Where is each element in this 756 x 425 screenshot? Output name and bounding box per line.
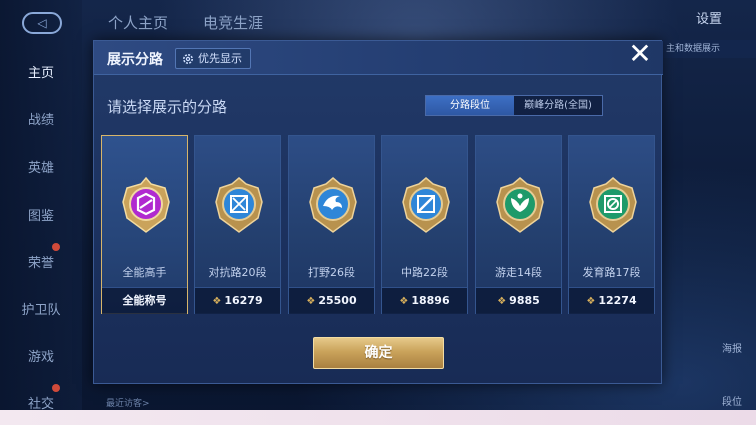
lane-card-roam[interactable]: 游走14段 ❖ 9885	[475, 135, 562, 314]
lane-footer-value: 全能称号	[122, 294, 167, 307]
lane-card-all-round[interactable]: 全能高手 全能称号	[101, 135, 188, 314]
sidebar-item-honor[interactable]: 荣誉	[0, 252, 82, 271]
lane-footer: ❖ 16279	[195, 287, 280, 314]
recent-visitors-link[interactable]: 最近访客>	[106, 396, 150, 409]
power-icon: ❖	[212, 296, 222, 307]
lane-power-value: 16279	[224, 294, 263, 307]
tab-lane-rank[interactable]: 分路段位	[426, 96, 514, 115]
priority-display-button[interactable]: 优先显示	[175, 48, 251, 69]
mid-lane-emblem-icon	[402, 177, 450, 233]
lane-power-value: 18896	[411, 294, 450, 307]
dialog-header: 展示分路 优先显示	[94, 41, 663, 75]
rank-button[interactable]: 段位	[712, 393, 752, 408]
lane-label: 全能高手	[122, 266, 167, 279]
lane-footer: ❖ 25500	[289, 287, 374, 314]
lane-label: 对抗路20段	[208, 266, 267, 279]
lane-footer: 全能称号	[102, 287, 187, 314]
lane-power-value: 9885	[509, 294, 540, 307]
tab-peak-lane[interactable]: 巅峰分路(全国)	[514, 96, 602, 115]
all-round-emblem-icon	[122, 176, 170, 233]
sidebar-item-home[interactable]: 主页	[0, 62, 82, 81]
select-lane-prompt: 请选择展示的分路	[107, 98, 228, 116]
top-right-area: 设置	[596, 0, 756, 36]
tab-profile[interactable]: 个人主页	[108, 12, 168, 33]
sidebar-item-game[interactable]: 游戏	[0, 346, 82, 365]
lane-footer: ❖ 9885	[476, 287, 561, 314]
lane-power-value: 12274	[598, 294, 637, 307]
notification-dot	[52, 243, 60, 251]
dialog-title: 展示分路	[107, 52, 163, 68]
power-icon: ❖	[497, 296, 507, 307]
lane-footer: ❖ 12274	[569, 287, 654, 314]
lane-label: 发育路17段	[582, 266, 641, 279]
sidebar-item-hero[interactable]: 英雄	[0, 157, 82, 176]
lane-card-mid[interactable]: 中路22段 ❖ 18896	[381, 135, 468, 314]
lane-label: 游走14段	[495, 266, 542, 279]
lane-cards: 全能高手 全能称号 对抗路20段 ❖ 16279 打野26段 ❖ 25500 中…	[101, 135, 656, 315]
gear-icon	[183, 53, 193, 64]
lane-power-value: 25500	[318, 294, 357, 307]
sidebar: ◁ 主页 战绩 英雄 图鉴 荣誉 护卫队 游戏 社交	[0, 0, 82, 412]
close-icon[interactable]: ✕	[627, 40, 653, 68]
lane-card-clash[interactable]: 对抗路20段 ❖ 16279	[194, 135, 281, 314]
sidebar-item-codex[interactable]: 图鉴	[0, 205, 82, 224]
roam-emblem-icon	[496, 177, 544, 233]
settings-button[interactable]: 设置	[696, 8, 722, 27]
poster-button[interactable]: 海报	[712, 340, 752, 355]
lane-type-toggle: 分路段位 巅峰分路(全国)	[425, 95, 603, 116]
power-icon: ❖	[399, 296, 409, 307]
back-button[interactable]: ◁	[22, 12, 62, 34]
lane-label: 打野26段	[308, 266, 355, 279]
power-icon: ❖	[586, 296, 596, 307]
lane-card-farm[interactable]: 发育路17段 ❖ 12274	[568, 135, 655, 314]
display-data-chip[interactable]: 主和数据展示	[662, 40, 756, 58]
sidebar-item-record[interactable]: 战绩	[0, 109, 82, 128]
farm-lane-emblem-icon	[589, 177, 637, 233]
lane-card-jungle[interactable]: 打野26段 ❖ 25500	[288, 135, 375, 314]
clash-lane-emblem-icon	[215, 177, 263, 233]
lane-label: 中路22段	[401, 266, 448, 279]
sidebar-item-guard[interactable]: 护卫队	[0, 299, 82, 318]
notification-dot	[52, 384, 60, 392]
lane-footer: ❖ 18896	[382, 287, 467, 314]
back-icon: ◁	[37, 16, 47, 30]
jungle-emblem-icon	[309, 177, 357, 233]
bottom-strip	[0, 410, 756, 425]
tab-esports[interactable]: 电竞生涯	[203, 12, 263, 33]
confirm-button[interactable]: 确定	[313, 337, 444, 369]
power-icon: ❖	[306, 296, 316, 307]
priority-display-label: 优先显示	[198, 52, 242, 65]
